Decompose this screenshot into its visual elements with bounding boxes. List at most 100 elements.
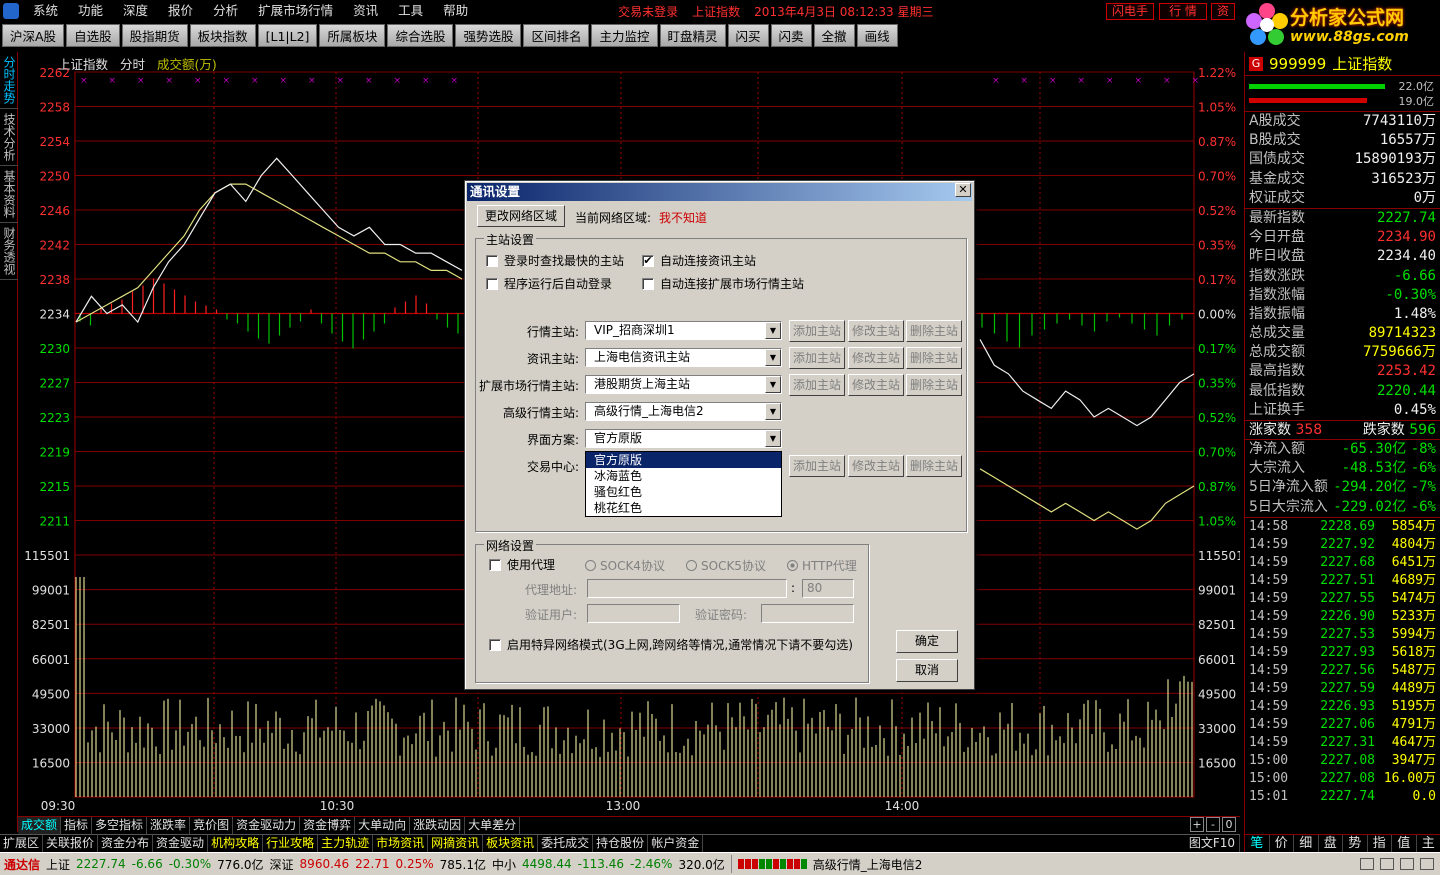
tab-financials[interactable]: 财务透视 (0, 223, 18, 280)
ok-button[interactable]: 确定 (896, 630, 958, 653)
tab-fundamentals[interactable]: 基本资料 (0, 166, 18, 223)
toolbar-button-1[interactable]: 自选股 (66, 24, 120, 47)
info-tab-6[interactable]: 主力轨迹 (318, 835, 374, 852)
station-select[interactable]: 上海电信资讯主站 ▼ (585, 348, 782, 367)
reset-button[interactable]: 0 (1222, 817, 1236, 832)
indicator-tab-9[interactable]: 大单差分 (465, 817, 521, 834)
panel-tab-1[interactable]: 价 (1270, 835, 1294, 852)
toolbar-button-6[interactable]: 综合选股 (387, 24, 454, 47)
station-select[interactable]: 高级行情_上海电信2 ▼ (585, 402, 782, 421)
menu-help[interactable]: 帮助 (433, 0, 478, 22)
scheme-option[interactable]: 桃花红色 (586, 500, 781, 516)
station-select[interactable]: 官方原版 ▼ (585, 429, 782, 448)
info-tab-8[interactable]: 网摘资讯 (428, 835, 484, 852)
menu-news[interactable]: 资讯 (343, 0, 388, 22)
toolbar-button-11[interactable]: 闪买 (727, 24, 769, 47)
toolbar-button-13[interactable]: 全撤 (813, 24, 855, 47)
special-network-checkbox[interactable]: 启用特异网络模式(3G上网,跨网络等情况,通常情况下请不要勾选) (489, 636, 853, 653)
sock5-radio[interactable]: SOCK5协议 (686, 557, 766, 574)
indicator-tab-1[interactable]: 指标 (61, 817, 93, 834)
menu-depth[interactable]: 深度 (113, 0, 158, 22)
menu-tools[interactable]: 工具 (388, 0, 433, 22)
toolbar-button-4[interactable]: [L1|L2] (257, 24, 318, 47)
info-tab-0[interactable]: 扩展区 (0, 835, 44, 852)
tab-technical[interactable]: 技术分析 (0, 109, 18, 166)
indicator-tab-3[interactable]: 涨跌率 (147, 817, 191, 834)
window-icon[interactable] (1400, 858, 1414, 870)
indicator-tab-2[interactable]: 多空指标 (92, 817, 148, 834)
menu-system[interactable]: 系统 (23, 0, 68, 22)
info-tab-5[interactable]: 行业攻略 (263, 835, 319, 852)
add-station-button[interactable]: 添加主站 (789, 455, 845, 477)
auth-pwd-input[interactable] (761, 604, 854, 623)
menu-quote[interactable]: 报价 (158, 0, 203, 22)
panel-tab-6[interactable]: 值 (1392, 835, 1417, 852)
menu-analysis[interactable]: 分析 (203, 0, 248, 22)
menu-ext-market[interactable]: 扩展市场行情 (248, 0, 343, 22)
toolbar-button-0[interactable]: 沪深A股 (2, 24, 65, 47)
toolbar-button-7[interactable]: 强势选股 (455, 24, 522, 47)
station-select[interactable]: 港股期货上海主站 ▼ (585, 375, 782, 394)
delete-station-button[interactable]: 删除主站 (906, 347, 962, 369)
delete-station-button[interactable]: 删除主站 (906, 455, 962, 477)
toolbar-button-14[interactable]: 画线 (856, 24, 898, 47)
find-fastest-checkbox[interactable]: 登录时查找最快的主站 (486, 252, 624, 269)
cancel-button[interactable]: 取消 (896, 659, 958, 682)
indicator-tab-4[interactable]: 竞价图 (190, 817, 234, 834)
use-proxy-checkbox[interactable]: 使用代理 (489, 556, 555, 573)
indicator-tab-8[interactable]: 涨跌动因 (410, 817, 466, 834)
indicator-tab-7[interactable]: 大单动向 (355, 817, 411, 834)
toolbar-button-2[interactable]: 股指期货 (121, 24, 188, 47)
change-area-button[interactable]: 更改网络区域 (477, 205, 565, 227)
message-icon[interactable] (1380, 858, 1394, 870)
info-tab-12[interactable]: 帐户资金 (648, 835, 704, 852)
toolbar-button-8[interactable]: 区间排名 (523, 24, 590, 47)
indicator-tab-0[interactable]: 成交额 (18, 817, 62, 834)
panel-tab-7[interactable]: 主 (1417, 835, 1440, 852)
auto-ext-checkbox[interactable]: 自动连接扩展市场行情主站 (642, 275, 804, 292)
edit-station-button[interactable]: 修改主站 (848, 455, 904, 477)
panel-tab-5[interactable]: 指 (1368, 835, 1392, 852)
f10-button[interactable]: 图文F10 (1186, 835, 1240, 852)
chevron-down-icon[interactable]: ▼ (765, 322, 781, 339)
settings-icon[interactable] (1420, 858, 1434, 870)
proxy-address-input[interactable] (587, 579, 787, 598)
scheme-option[interactable]: 骚包红色 (586, 484, 781, 500)
tick-list[interactable]: 14:58 2228.69 5854万 14:59 2227.92 4804万 14:59 2… (1245, 518, 1440, 806)
tab-intraday[interactable]: 分时走势 (0, 52, 18, 109)
add-station-button[interactable]: 添加主站 (789, 374, 845, 396)
info-tab-10[interactable]: 委托成交 (538, 835, 594, 852)
chevron-down-icon[interactable]: ▼ (765, 430, 781, 447)
toolbar-button-5[interactable]: 所属板块 (319, 24, 386, 47)
sock4-radio[interactable]: SOCK4协议 (585, 557, 665, 574)
quote-button[interactable]: 行 情 (1159, 3, 1207, 20)
info-tab-9[interactable]: 板块资讯 (483, 835, 539, 852)
info-tab-7[interactable]: 市场资讯 (373, 835, 429, 852)
panel-tab-0[interactable]: 笔 (1245, 835, 1270, 852)
scheme-dropdown-list[interactable]: 官方原版 冰海蓝色 骚包红色 桃花红色 (585, 451, 782, 517)
panel-tab-4[interactable]: 势 (1343, 835, 1368, 852)
add-station-button[interactable]: 添加主站 (789, 347, 845, 369)
edit-station-button[interactable]: 修改主站 (848, 320, 904, 342)
proxy-port-input[interactable]: 80 (802, 579, 854, 598)
scheme-option[interactable]: 官方原版 (586, 452, 781, 468)
info-tab-11[interactable]: 持仓股份 (593, 835, 649, 852)
info-button[interactable]: 资 (1211, 3, 1235, 20)
indicator-tab-5[interactable]: 资金驱动力 (233, 817, 301, 834)
delete-station-button[interactable]: 删除主站 (906, 320, 962, 342)
edit-station-button[interactable]: 修改主站 (848, 347, 904, 369)
mail-icon[interactable] (1360, 858, 1374, 870)
edit-station-button[interactable]: 修改主站 (848, 374, 904, 396)
info-tab-4[interactable]: 机构攻略 (208, 835, 264, 852)
chevron-down-icon[interactable]: ▼ (765, 349, 781, 366)
zoom-in-button[interactable]: + (1190, 817, 1204, 832)
chevron-down-icon[interactable]: ▼ (765, 403, 781, 420)
delete-station-button[interactable]: 删除主站 (906, 374, 962, 396)
auto-news-checkbox[interactable]: ✔ 自动连接资讯主站 (642, 252, 756, 269)
auto-login-checkbox[interactable]: 程序运行后自动登录 (486, 275, 612, 292)
chevron-down-icon[interactable]: ▼ (765, 376, 781, 393)
close-icon[interactable]: ✕ (955, 183, 971, 197)
indicator-tab-6[interactable]: 资金博弈 (300, 817, 356, 834)
toolbar-button-10[interactable]: 盯盘精灵 (659, 24, 726, 47)
station-select[interactable]: VIP_招商深圳1 ▼ (585, 321, 782, 340)
